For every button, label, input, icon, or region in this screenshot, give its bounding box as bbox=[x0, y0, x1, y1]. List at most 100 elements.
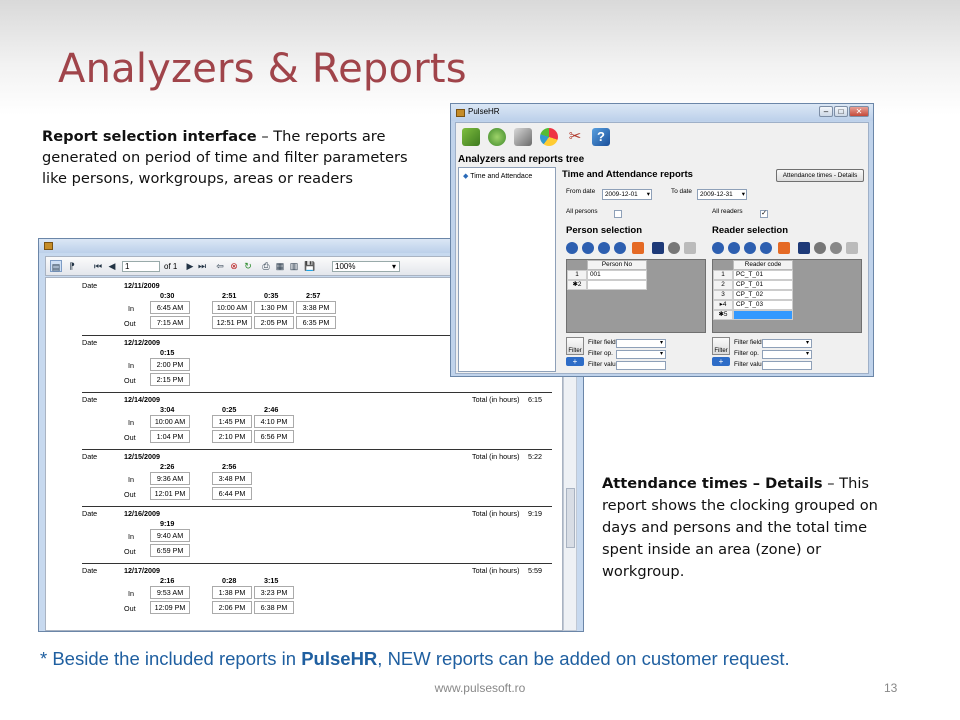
stop-icon[interactable]: ⊗ bbox=[228, 260, 240, 272]
in-time-cell: 9:53 AM bbox=[150, 586, 190, 599]
add-filter-icon[interactable]: + bbox=[712, 357, 730, 366]
all-persons-label: All persons bbox=[566, 208, 598, 215]
zoom-select[interactable]: 100% ▾ bbox=[332, 261, 400, 272]
help-icon[interactable]: ? bbox=[592, 128, 610, 146]
row-number: ✱5 bbox=[713, 310, 733, 320]
pulsehr-titlebar: PulseHR – □ ✕ bbox=[451, 104, 873, 121]
in-time-cell: 1:38 PM bbox=[212, 586, 252, 599]
in-time-cell: 1:30 PM bbox=[254, 301, 294, 314]
tree-item-time-attendance[interactable]: ◆ Time and Attendace bbox=[463, 172, 532, 180]
filter-field-select[interactable]: ▾ bbox=[616, 339, 666, 348]
date-value: 12/11/2009 bbox=[124, 281, 160, 290]
desc1-heading: Report selection interface bbox=[42, 128, 257, 145]
reader-cell-selected[interactable] bbox=[733, 310, 793, 320]
next-record-icon[interactable] bbox=[598, 242, 610, 254]
filter-op-label: Filter op. bbox=[588, 350, 613, 357]
reader-cell[interactable]: CP_T_03 bbox=[733, 300, 793, 310]
reader-filter: Filter + Filter field ▾ Filter op. ▾ Fil… bbox=[712, 337, 862, 370]
last-page-icon[interactable]: ⏭ bbox=[196, 260, 208, 272]
minimize-icon[interactable]: – bbox=[819, 106, 833, 117]
delete-record-icon[interactable] bbox=[814, 242, 826, 254]
back-icon[interactable]: ⇦ bbox=[214, 260, 226, 272]
tools-icon[interactable]: ✂ bbox=[566, 128, 584, 146]
person-grid[interactable]: Person No 1 001 ✱2 bbox=[566, 259, 706, 333]
export-icon[interactable]: 💾 bbox=[304, 260, 316, 272]
filter-value-input[interactable] bbox=[762, 361, 812, 370]
date-value: 12/17/2009 bbox=[124, 566, 160, 575]
all-readers-checkbox[interactable]: ✓ bbox=[760, 210, 768, 218]
export-record-icon[interactable] bbox=[684, 242, 696, 254]
person-cell[interactable]: 001 bbox=[587, 270, 647, 280]
next-page-icon[interactable]: ▶ bbox=[184, 260, 196, 272]
in-time-cell: 3:38 PM bbox=[296, 301, 336, 314]
next-record-icon[interactable] bbox=[744, 242, 756, 254]
out-time-cell: 7:15 AM bbox=[150, 316, 190, 329]
report-day-group: Date 12/15/2009 Total (in hours) 5:22 In Out 2… bbox=[82, 449, 552, 505]
filter-button[interactable]: Filter bbox=[712, 337, 730, 355]
calendar-icon: ▾ bbox=[646, 191, 650, 198]
save-record-icon[interactable] bbox=[652, 242, 664, 254]
from-date-input[interactable]: 2009-12-01 ▾ bbox=[602, 189, 652, 200]
reader-grid[interactable]: Reader code 1 PC_T_01 2 CP_T_01 3 CP_T_0… bbox=[712, 259, 862, 333]
page-number-input[interactable]: 1 bbox=[122, 261, 160, 272]
panel-header: Time and Attendance reports bbox=[562, 169, 693, 180]
out-time-cell: 6:35 PM bbox=[296, 316, 336, 329]
date-value: 12/15/2009 bbox=[124, 452, 160, 461]
person-cell[interactable] bbox=[587, 280, 647, 290]
in-time-cell: 10:00 AM bbox=[212, 301, 252, 314]
first-record-icon[interactable] bbox=[566, 242, 578, 254]
filter-field-select[interactable]: ▾ bbox=[762, 339, 812, 348]
last-record-icon[interactable] bbox=[760, 242, 772, 254]
delete-record-icon[interactable] bbox=[668, 242, 680, 254]
attendance-details-button[interactable]: Attendance times - Details bbox=[776, 169, 864, 182]
reader-cell[interactable]: CP_T_01 bbox=[733, 280, 793, 290]
tree-header: Analyzers and reports tree bbox=[458, 154, 585, 165]
scrollbar-thumb[interactable] bbox=[566, 488, 575, 548]
first-page-icon[interactable]: ⏮ bbox=[92, 260, 104, 272]
filter-op-select[interactable]: ▾ bbox=[762, 350, 812, 359]
previous-page-icon[interactable]: ◀ bbox=[106, 260, 118, 272]
module-icon-1[interactable] bbox=[462, 128, 480, 146]
row-number: 1 bbox=[567, 270, 587, 280]
in-label: In bbox=[128, 532, 134, 541]
close-icon[interactable]: ✕ bbox=[849, 106, 869, 117]
reader-cell[interactable]: PC_T_01 bbox=[733, 270, 793, 280]
page-setup-icon[interactable]: ▥ bbox=[288, 260, 300, 272]
date-value: 12/12/2009 bbox=[124, 338, 160, 347]
module-icon-2[interactable] bbox=[488, 128, 506, 146]
first-record-icon[interactable] bbox=[712, 242, 724, 254]
add-record-icon[interactable] bbox=[778, 242, 790, 254]
to-date-input[interactable]: 2009-12-31 ▾ bbox=[697, 189, 747, 200]
last-record-icon[interactable] bbox=[614, 242, 626, 254]
filter-button[interactable]: Filter bbox=[566, 337, 584, 355]
filter-value-input[interactable] bbox=[616, 361, 666, 370]
out-label: Out bbox=[124, 376, 136, 385]
add-filter-icon[interactable]: + bbox=[566, 357, 584, 366]
print-icon[interactable]: ⎙ bbox=[260, 260, 272, 272]
filter-op-select[interactable]: ▾ bbox=[616, 350, 666, 359]
add-record-icon[interactable] bbox=[632, 242, 644, 254]
reader-cell[interactable]: CP_T_02 bbox=[733, 290, 793, 300]
pie-chart-icon[interactable] bbox=[540, 128, 558, 146]
report-day-group: Date 12/14/2009 Total (in hours) 6:15 In Out 3… bbox=[82, 392, 552, 448]
maximize-icon[interactable]: □ bbox=[834, 106, 848, 117]
refresh-icon[interactable]: ↻ bbox=[242, 260, 254, 272]
date-label: Date bbox=[82, 395, 98, 404]
tree-item-label: Time and Attendace bbox=[470, 173, 533, 180]
parameters-icon[interactable]: ⁋ bbox=[66, 260, 78, 272]
previous-record-icon[interactable] bbox=[582, 242, 594, 254]
save-record-icon[interactable] bbox=[798, 242, 810, 254]
cancel-record-icon[interactable] bbox=[830, 242, 842, 254]
out-time-cell: 6:38 PM bbox=[254, 601, 294, 614]
row-number: ▸4 bbox=[713, 300, 733, 310]
previous-record-icon[interactable] bbox=[728, 242, 740, 254]
in-label: In bbox=[128, 475, 134, 484]
all-persons-checkbox[interactable] bbox=[614, 210, 622, 218]
document-map-icon[interactable]: ▤ bbox=[50, 260, 62, 272]
print-layout-icon[interactable]: ▦ bbox=[274, 260, 286, 272]
in-time-cell: 3:48 PM bbox=[212, 472, 252, 485]
zoom-dropdown-icon: ▾ bbox=[391, 262, 396, 271]
export-record-icon[interactable] bbox=[846, 242, 858, 254]
calculator-icon[interactable] bbox=[514, 128, 532, 146]
in-time-cell: 4:10 PM bbox=[254, 415, 294, 428]
